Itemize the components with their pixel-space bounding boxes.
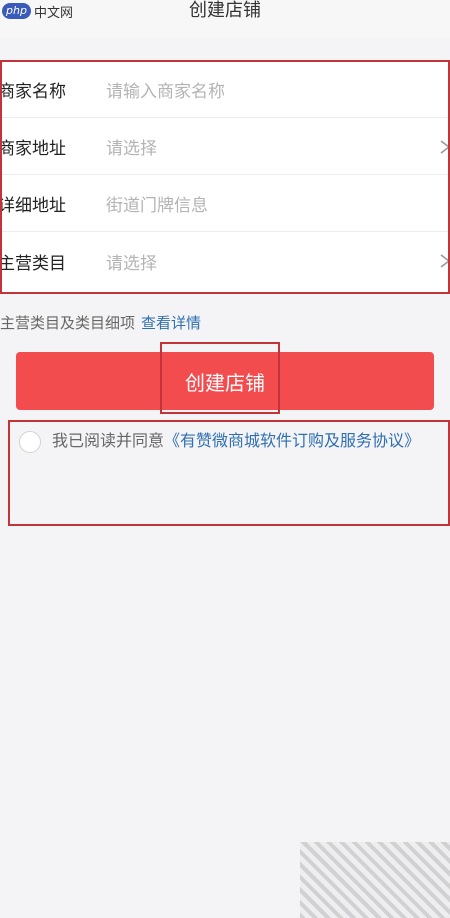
agreement-text: 我已阅读并同意《有赞微商城软件订购及服务协议》 bbox=[52, 428, 437, 454]
page-title: 创建店铺 bbox=[189, 0, 261, 21]
top-bar: php 中文网 创建店铺 bbox=[0, 0, 450, 38]
main-category-row[interactable]: 主营类目 请选择 bbox=[0, 233, 450, 289]
watermark bbox=[300, 842, 450, 918]
category-hint: 主营类目及类目细项 查看详情 bbox=[0, 312, 201, 333]
agreement-prefix: 我已阅读并同意 bbox=[52, 431, 165, 450]
merchant-name-label: 商家名称 bbox=[0, 82, 66, 102]
view-details-link[interactable]: 查看详情 bbox=[141, 314, 201, 332]
merchant-name-input[interactable]: 请输入商家名称 bbox=[106, 77, 225, 102]
merchant-address-select[interactable]: 请选择 bbox=[106, 134, 157, 159]
detail-address-row[interactable]: 详细地址 街道门牌信息 bbox=[0, 176, 450, 232]
chevron-right-icon[interactable] bbox=[438, 139, 450, 154]
main-category-label: 主营类目 bbox=[0, 253, 66, 274]
agreement-radio[interactable] bbox=[19, 431, 41, 453]
merchant-address-label: 商家地址 bbox=[0, 139, 66, 159]
merchant-name-row[interactable]: 商家名称 请输入商家名称 bbox=[0, 62, 450, 118]
store-form: 商家名称 请输入商家名称 商家地址 请选择 详细地址 街道门牌信息 主营类目 请… bbox=[0, 62, 450, 292]
detail-address-input[interactable]: 街道门牌信息 bbox=[106, 191, 208, 216]
create-store-button[interactable]: 创建店铺 bbox=[16, 352, 434, 410]
category-hint-text: 主营类目及类目细项 bbox=[0, 314, 136, 332]
merchant-address-row[interactable]: 商家地址 请选择 bbox=[0, 119, 450, 175]
detail-address-label: 详细地址 bbox=[0, 196, 66, 216]
main-category-select[interactable]: 请选择 bbox=[106, 249, 157, 274]
chevron-right-icon[interactable] bbox=[438, 254, 450, 268]
agreement-link[interactable]: 《有赞微商城软件订购及服务协议》 bbox=[164, 431, 420, 450]
